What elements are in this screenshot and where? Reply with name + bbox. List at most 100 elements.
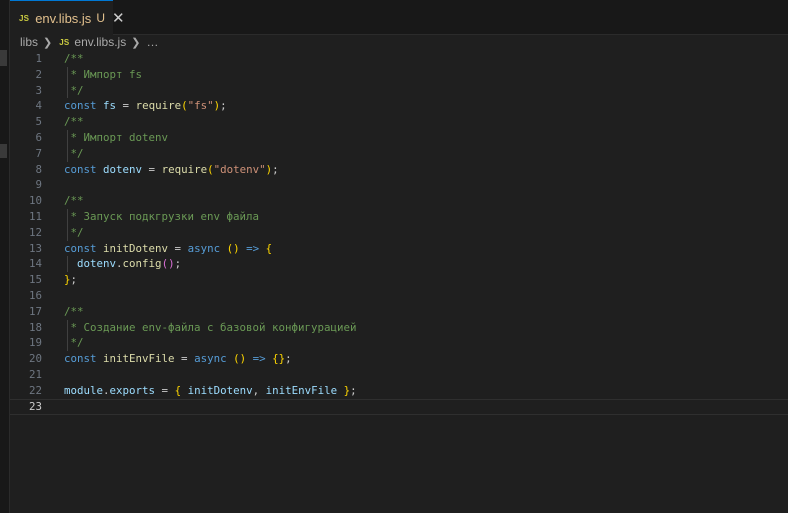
code-token: ; [220, 99, 227, 113]
code-line[interactable]: 12 */ [10, 225, 788, 241]
javascript-file-icon: JS [59, 37, 70, 47]
code-token: { [265, 241, 273, 255]
code-line[interactable]: 4 const fs = require("fs"); [10, 98, 788, 114]
strip-marker [0, 144, 7, 158]
code-text: * Импорт dotenv [64, 130, 169, 146]
code-token: config [122, 257, 162, 271]
code-line[interactable]: 7 */ [10, 146, 788, 162]
code-token: dotenv [103, 162, 143, 176]
code-line[interactable]: 19 */ [10, 335, 788, 351]
code-line[interactable]: 20 const initEnvFile = async () => {}; [10, 351, 788, 367]
code-token: * Запуск подкгрузки env файла [64, 210, 260, 223]
code-text: const initDotenv = async () => { [64, 241, 272, 257]
code-token: require [161, 162, 208, 176]
line-number: 21 [28, 368, 42, 381]
code-token: ; [70, 273, 78, 287]
code-line[interactable]: 21 [10, 367, 788, 383]
line-number: 3 [35, 83, 42, 97]
breadcrumb-file[interactable]: env.libs.js [74, 35, 126, 49]
code-text: /** [64, 114, 84, 130]
line-number: 14 [28, 257, 42, 271]
code-token: ; [272, 162, 279, 176]
code-line[interactable]: 22 module.exports = { initDotenv, initEnv… [10, 383, 788, 399]
tab-label: env.libs.js [35, 10, 92, 26]
vscode-window: JS env.libs.js U ✕ libs ❯ JS env.libs.js… [0, 0, 788, 513]
code-text: /** [64, 193, 84, 209]
code-line[interactable]: 5 /** [10, 114, 788, 130]
code-token: = [116, 99, 136, 113]
code-token: module [64, 383, 104, 397]
breadcrumb: libs ❯ JS env.libs.js ❯ … [20, 34, 158, 50]
code-text: const initEnvFile = async () => {}; [64, 351, 292, 367]
code-line[interactable]: 15}; [10, 272, 788, 288]
line-number: 1 [35, 52, 42, 65]
javascript-file-icon: JS [19, 13, 30, 23]
line-number: 12 [28, 225, 42, 239]
chevron-right-icon: ❯ [131, 36, 141, 49]
code-token: => [252, 352, 266, 366]
code-line[interactable]: 9 [10, 177, 788, 193]
code-line[interactable]: 10 /** [10, 193, 788, 209]
code-editor[interactable]: 1 /** 2 * Импорт fs 3 */4 const fs = require… [10, 50, 788, 513]
line-number: 19 [28, 336, 42, 350]
chevron-right-icon: ❯ [43, 36, 53, 49]
code-line[interactable]: 13 const initDotenv = async () => { [10, 241, 788, 257]
line-number: 23 [28, 399, 42, 413]
code-token: require [135, 99, 182, 113]
code-text: * Создание env-файла с базовой конфигура… [64, 320, 357, 336]
code-token: * Импорт fs [64, 67, 143, 81]
code-token: /** [64, 52, 84, 65]
activity-strip [0, 0, 10, 513]
code-line[interactable]: 8 const dotenv = require("dotenv"); [10, 162, 788, 178]
indent-guide [67, 256, 68, 273]
line-number: 16 [28, 289, 42, 302]
line-number: 20 [28, 352, 42, 366]
breadcrumb-folder[interactable]: libs [20, 35, 38, 49]
code-line[interactable]: 23 [10, 398, 788, 415]
code-token: ; [350, 383, 357, 397]
code-token: * Импорт dotenv [64, 131, 169, 144]
close-icon[interactable]: ✕ [112, 11, 125, 26]
code-line[interactable]: 14 dotenv.config(); [10, 256, 788, 272]
code-token: ; [285, 352, 292, 366]
code-line[interactable]: 6 * Импорт dotenv [10, 130, 788, 146]
code-text: module.exports = { initDotenv, initEnvFi… [64, 383, 357, 399]
code-token: async [194, 352, 227, 366]
code-text: }; [64, 272, 77, 288]
code-token: const [64, 162, 97, 176]
line-number: 10 [28, 194, 42, 208]
code-token: /** [64, 194, 84, 208]
line-number: 15 [28, 273, 42, 287]
code-line[interactable]: 11 * Запуск подкгрузки env файла [10, 209, 788, 225]
line-number: 9 [35, 178, 42, 192]
code-token: /** [64, 115, 84, 129]
code-token: /** [64, 304, 84, 318]
code-token: const [64, 241, 97, 255]
line-number: 5 [35, 115, 42, 129]
code-token: dotenv [77, 257, 117, 271]
code-token: {} [272, 352, 286, 366]
code-line[interactable]: 1 /** [10, 51, 788, 67]
code-token: , [252, 383, 266, 397]
code-text: * Импорт fs [64, 67, 143, 83]
line-number: 4 [35, 99, 42, 113]
code-token: = [155, 383, 175, 397]
code-line[interactable]: 17 /** [10, 304, 788, 320]
code-line[interactable]: 2 * Импорт fs [10, 67, 788, 83]
indent-guide [67, 66, 68, 99]
line-number: 13 [28, 241, 42, 255]
code-line[interactable]: 18 * Создание env-файла с базовой конфиг… [10, 320, 788, 336]
strip-marker [0, 50, 7, 66]
breadcrumb-symbol[interactable]: … [146, 35, 158, 49]
code-token: ; [174, 257, 182, 271]
tab-env-libs-js[interactable]: JS env.libs.js U ✕ [10, 0, 125, 35]
code-token: "dotenv" [213, 162, 266, 176]
code-line[interactable]: 3 */ [10, 83, 788, 99]
code-token: async [187, 241, 221, 255]
line-number: 22 [28, 383, 42, 397]
code-token: initDotenv [187, 383, 253, 397]
line-number: 11 [28, 210, 42, 223]
code-line[interactable]: 16 [10, 288, 788, 304]
code-token: initDotenv [103, 241, 169, 255]
